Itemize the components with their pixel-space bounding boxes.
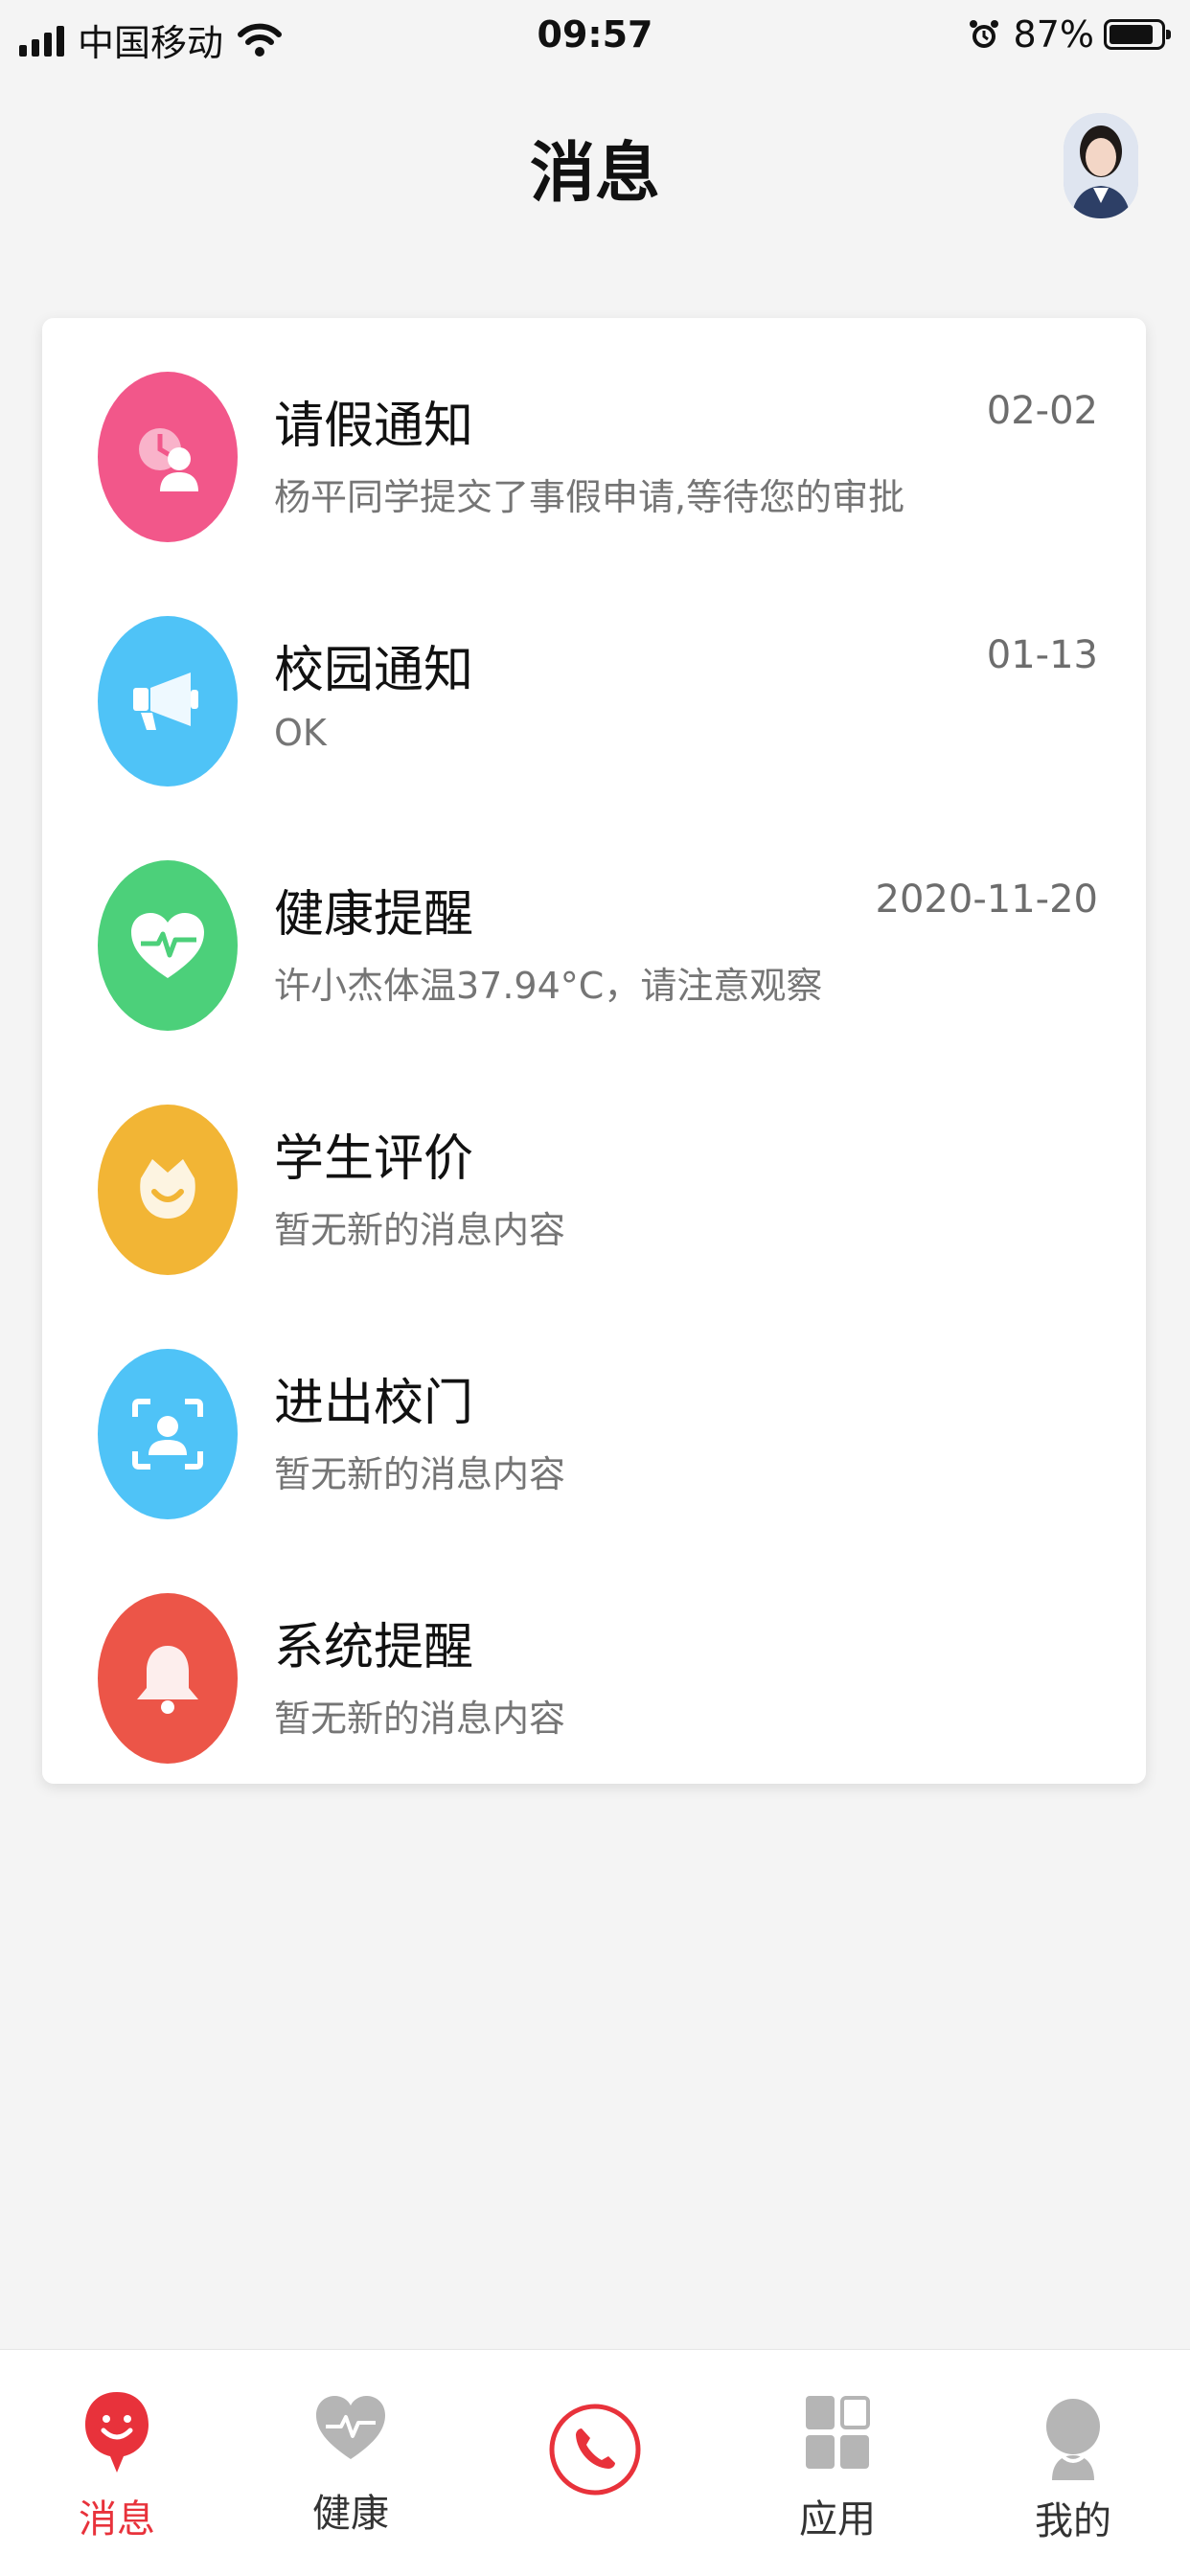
message-date: 01-13 [986,633,1098,677]
message-preview: 暂无新的消息内容 [274,1698,566,1740]
battery-icon [1104,19,1171,50]
tab-call[interactable] [499,2350,691,2576]
tab-health[interactable]: 健康 [255,2350,446,2576]
face-scan-icon [98,1349,238,1519]
message-date: 2020-11-20 [875,878,1098,922]
battery-percent: 87% [1013,13,1094,56]
message-item[interactable]: 系统提醒暂无新的消息内容 [42,1555,1146,1799]
message-preview: 许小杰体温37.94°C，请注意观察 [274,965,823,1007]
tab-label-messages: 消息 [79,2497,155,2542]
flower-smile-icon [98,1105,238,1275]
message-preview: 暂无新的消息内容 [274,1453,566,1495]
tab-messages[interactable]: 消息 [21,2350,213,2576]
message-title: 进出校门 [274,1375,474,1432]
megaphone-icon [98,616,238,786]
message-date: 02-02 [986,389,1098,433]
alarm-icon [969,20,998,48]
smile-chat-icon [85,2392,149,2473]
apps-icon [806,2396,870,2469]
heart-pulse-icon [98,860,238,1031]
message-preview: 暂无新的消息内容 [274,1209,566,1251]
status-right: 87% [968,13,1171,56]
page-title: 消息 [529,136,660,212]
status-bar: 中国移动 09:57 87% [0,0,1190,73]
tab-profile[interactable]: 我的 [977,2350,1169,2576]
phone-icon [549,2404,641,2496]
message-item[interactable]: 校园通知 OK 01-13 [42,578,1146,822]
message-title: 学生评价 [274,1130,474,1188]
heart-pulse-icon [316,2396,385,2459]
message-title: 请假通知 [274,398,474,455]
message-title: 系统提醒 [274,1619,474,1676]
tab-apps[interactable]: 应用 [742,2350,933,2576]
bell-icon [98,1593,238,1764]
profile-icon [1046,2399,1100,2480]
message-item[interactable]: 请假通知杨平同学提交了事假申请,等待您的审批 02-02 [42,333,1146,578]
message-item[interactable]: 进出校门暂无新的消息内容 [42,1311,1146,1555]
tab-label-health: 健康 [312,2492,389,2536]
avatar-photo-icon [1064,113,1138,218]
message-item[interactable]: 健康提醒许小杰体温37.94°C，请注意观察 2020-11-20 [42,822,1146,1066]
message-title: 健康提醒 [274,886,474,944]
message-title: 校园通知 [274,642,474,699]
avatar[interactable] [1064,113,1138,218]
tab-bar: 消息 健康 应用 我的 [0,2349,1190,2576]
message-preview: 杨平同学提交了事假申请,等待您的审批 [274,476,905,518]
message-list: 请假通知杨平同学提交了事假申请,等待您的审批 02-02 校园通知 OK 01-13 健康… [42,318,1146,1784]
message-preview: OK [274,712,327,754]
tab-label-apps: 应用 [799,2497,876,2542]
message-item[interactable]: 学生评价暂无新的消息内容 [42,1066,1146,1311]
leave-icon [98,372,238,542]
tab-label-profile: 我的 [1035,2499,1111,2543]
